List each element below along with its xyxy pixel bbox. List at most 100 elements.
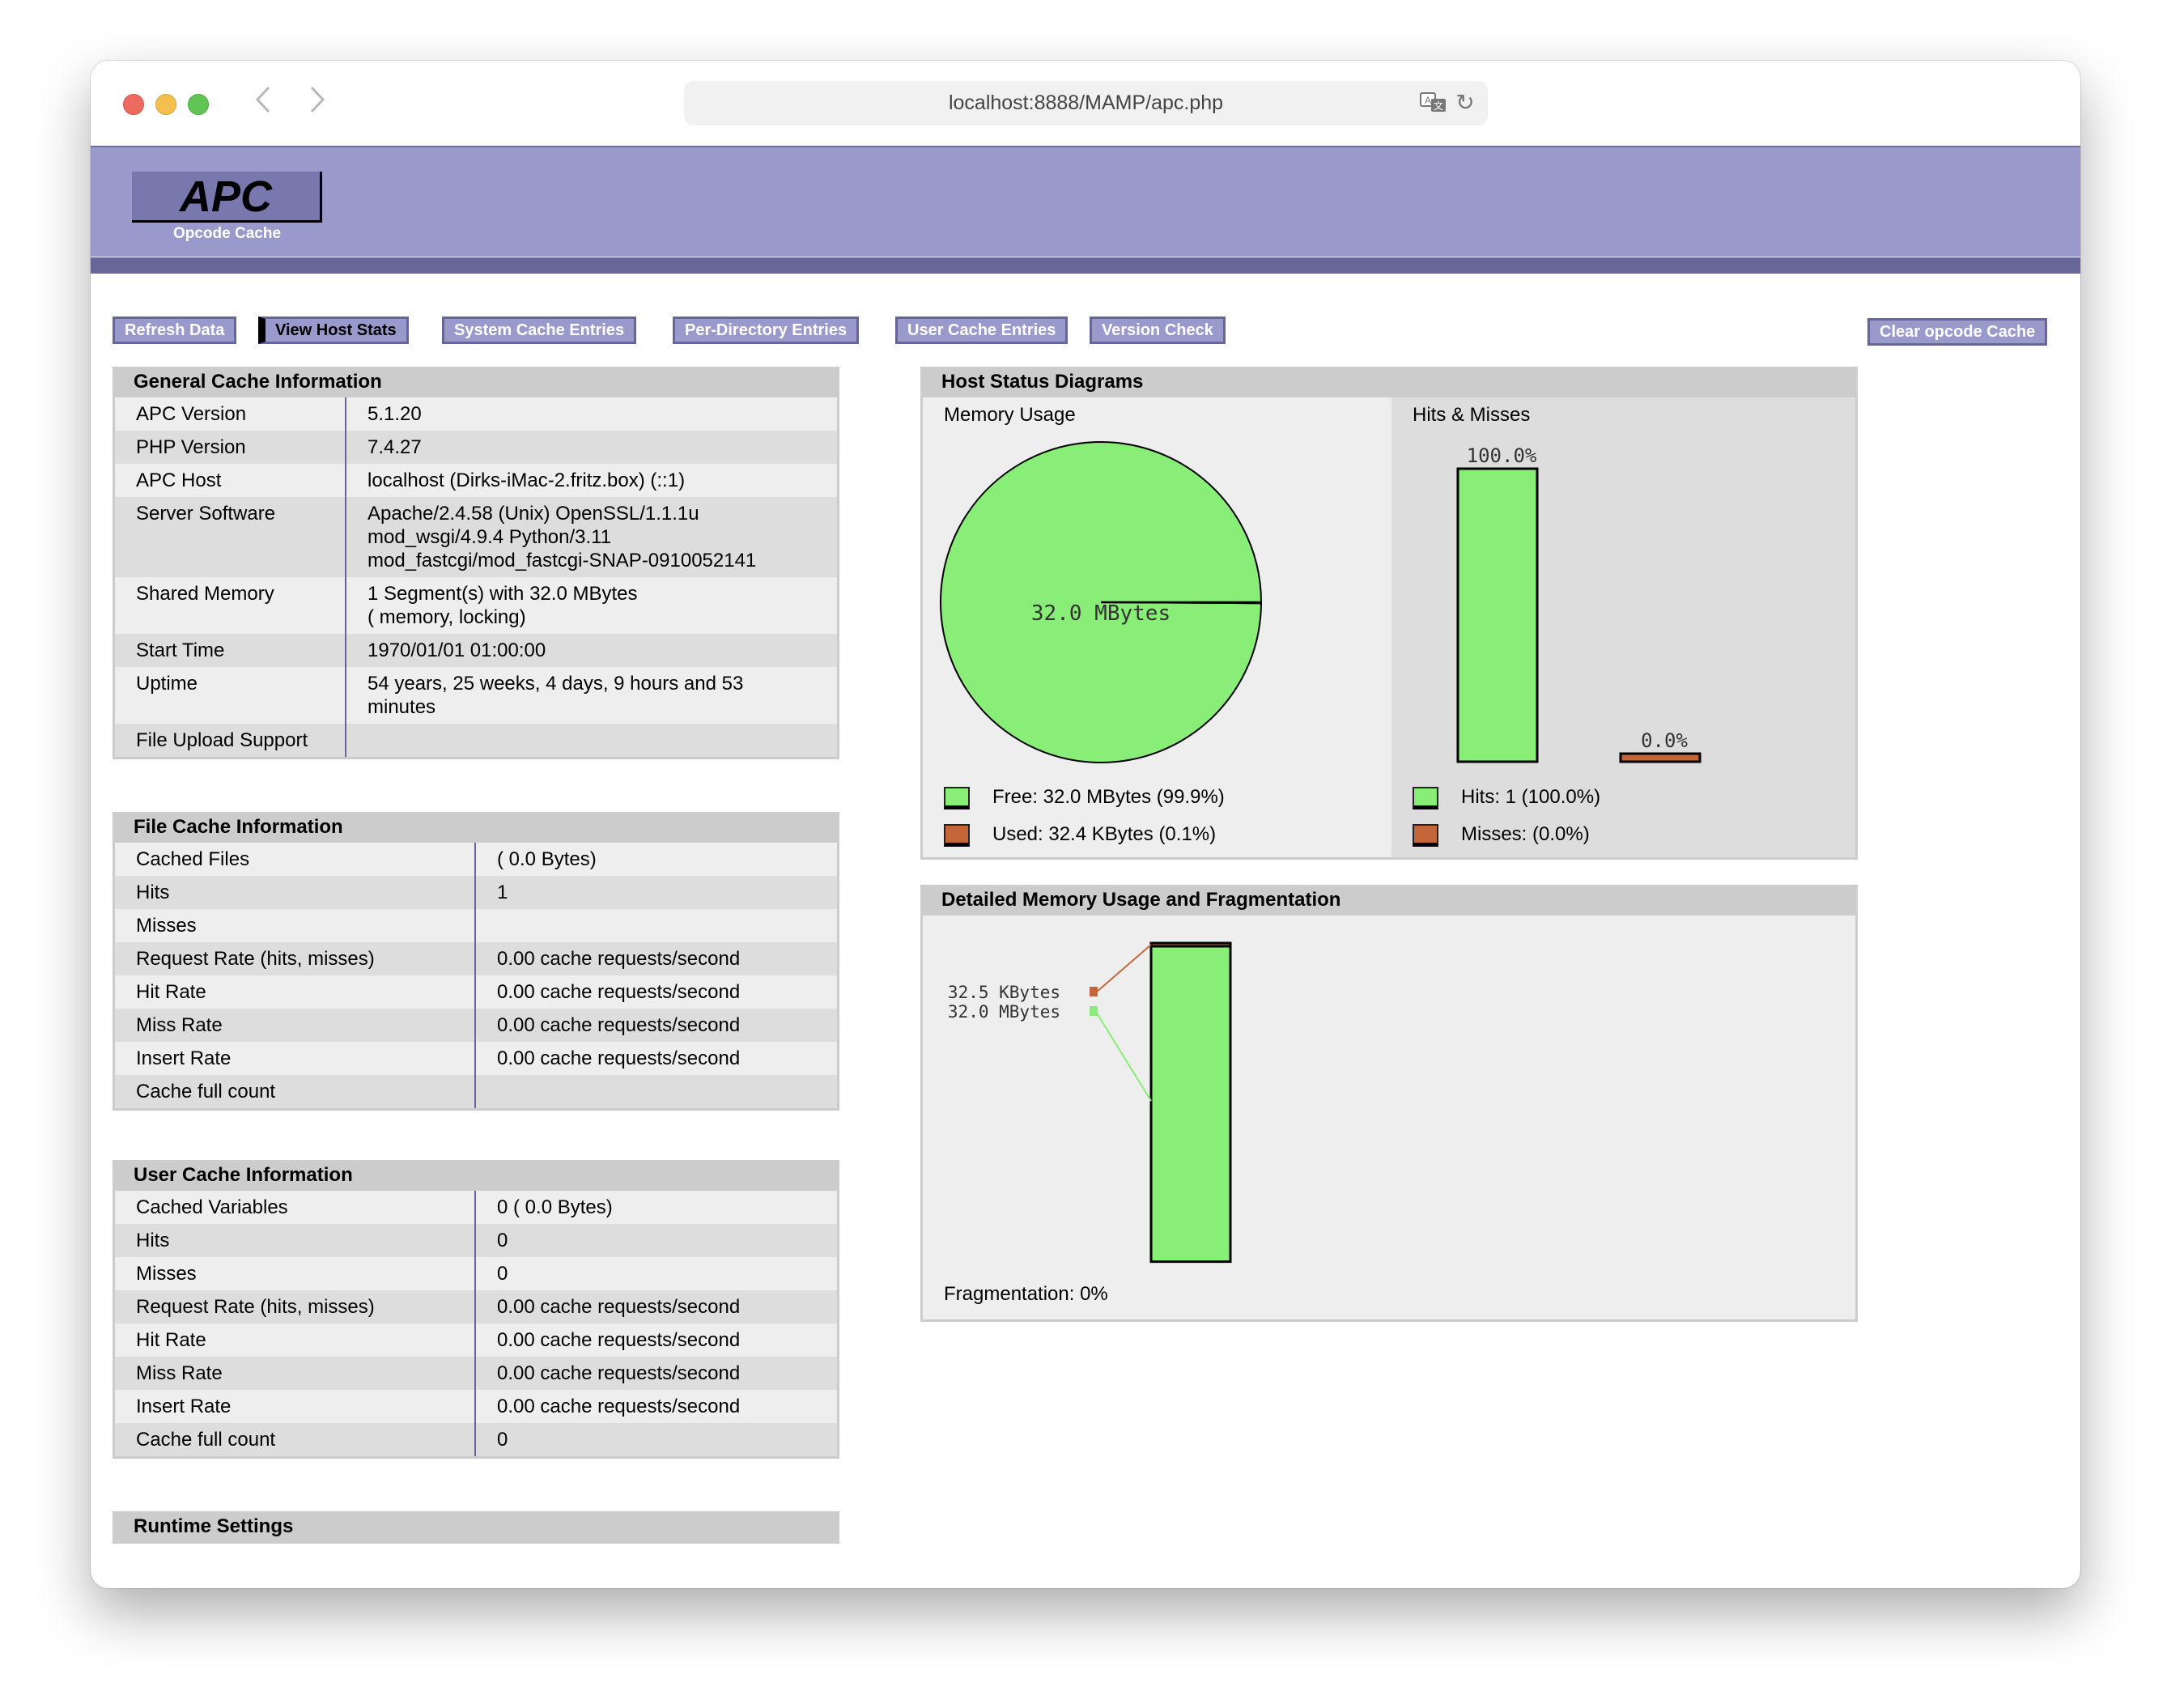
misses-swatch: [1413, 823, 1438, 847]
general-cache-table: APC Version 5.1.20 PHP Version 7.4.27 APC Ho…: [115, 397, 837, 757]
back-button[interactable]: [251, 85, 275, 121]
row-key: Cache full count: [115, 1075, 476, 1108]
row-key: PHP Version: [115, 431, 346, 464]
section-title: Runtime Settings: [134, 1515, 294, 1537]
svg-text:文: 文: [1434, 100, 1443, 112]
clear-opcode-cache-button[interactable]: Clear opcode Cache: [1867, 318, 2048, 346]
segment-label-free: 32.0 MBytes: [948, 1002, 1060, 1022]
hits-swatch: [1413, 786, 1438, 809]
row-key: Start Time: [115, 634, 346, 667]
pie-slice-label: 32.0 MBytes: [1031, 601, 1170, 626]
row-value: 0.00 cache requests/second: [475, 1290, 837, 1323]
row-key: Cache full count: [115, 1423, 476, 1456]
table-row: File Upload Support: [115, 724, 837, 757]
row-key: Cached Files: [115, 843, 476, 876]
row-value: 1: [475, 876, 837, 909]
table-row: Shared Memory 1 Segment(s) with 32.0 MByt…: [115, 577, 837, 634]
hits-misses-bar-chart: 100.0% 0.0%: [1456, 444, 1702, 763]
table-row: PHP Version 7.4.27: [115, 431, 837, 464]
table-row: Server Software Apache/2.4.58 (Unix) Open…: [115, 497, 837, 577]
row-key: Miss Rate: [115, 1357, 476, 1390]
reload-icon[interactable]: ↻: [1454, 91, 1476, 115]
row-value: localhost (Dirks-iMac-2.fritz.box) (::1): [346, 464, 837, 497]
legend-hits-label: Hits: 1 (100.0%): [1461, 786, 1601, 808]
row-value: [475, 1075, 837, 1108]
row-value: 5.1.20: [346, 397, 837, 431]
version-check-button[interactable]: Version Check: [1090, 317, 1226, 344]
table-row: Cache full count: [115, 1075, 837, 1108]
translate-icon[interactable]: A 文: [1420, 92, 1447, 115]
apc-header: APC Opcode Cache: [91, 146, 2080, 257]
row-value: 7.4.27: [346, 431, 837, 464]
table-row: Hit Rate 0.00 cache requests/second: [115, 1323, 837, 1357]
browser-window: localhost:8888/MAMP/apc.php A 文 ↻ APC Op…: [91, 61, 2080, 1588]
section-title: File Cache Information: [134, 816, 343, 838]
hits-misses-title: Hits & Misses: [1413, 404, 1531, 426]
refresh-data-button[interactable]: Refresh Data: [113, 317, 237, 344]
row-value: 54 years, 25 weeks, 4 days, 9 hours and …: [346, 667, 837, 724]
legend-used-label: Used: 32.4 KBytes (0.1%): [992, 823, 1217, 845]
section-title: User Cache Information: [134, 1164, 353, 1186]
zoom-window-button[interactable]: [188, 94, 209, 115]
row-key: Insert Rate: [115, 1390, 476, 1423]
row-value: Apache/2.4.58 (Unix) OpenSSL/1.1.1u mod_…: [346, 497, 837, 577]
row-value: 0: [475, 1423, 837, 1456]
row-value: 0 ( 0.0 Bytes): [475, 1191, 837, 1224]
row-value: 0.00 cache requests/second: [475, 975, 837, 1009]
fragmentation-section: Detailed Memory Usage and Fragmentation …: [920, 885, 1858, 1322]
row-value: 1 Segment(s) with 32.0 MBytes ( memory, …: [346, 577, 837, 634]
system-cache-entries-button[interactable]: System Cache Entries: [442, 317, 637, 344]
hits-misses-panel: Hits & Misses 100.0% 0.0% Hits: 1 (100.0%…: [1391, 397, 1855, 857]
memory-pie-chart: 32.0 MBytes: [940, 441, 1263, 763]
segment-connector-free: [1095, 1011, 1152, 1102]
runtime-settings-section[interactable]: Runtime Settings: [113, 1511, 839, 1544]
row-value: [346, 724, 837, 757]
row-value: [475, 909, 837, 942]
user-cache-table: Cached Variables 0 ( 0.0 Bytes) Hits 0 Misse…: [115, 1191, 837, 1456]
row-key: Miss Rate: [115, 1009, 476, 1042]
row-key: Misses: [115, 1257, 476, 1290]
general-cache-section: General Cache Information APC Version 5.1…: [113, 367, 839, 759]
table-row: Hit Rate 0.00 cache requests/second: [115, 975, 837, 1009]
logo-subtitle: Opcode Cache: [172, 225, 282, 242]
minimize-window-button[interactable]: [155, 94, 176, 115]
user-cache-section: User Cache Information Cached Variables 0…: [113, 1160, 839, 1459]
row-key: Hit Rate: [115, 1323, 476, 1357]
row-value: 1970/01/01 01:00:00: [346, 634, 837, 667]
user-cache-entries-button[interactable]: User Cache Entries: [895, 317, 1069, 344]
legend-free: Free: 32.0 MBytes (99.9%): [944, 786, 1225, 809]
table-row: Insert Rate 0.00 cache requests/second: [115, 1042, 837, 1075]
table-row: Hits 1: [115, 876, 837, 909]
logo-text: APC: [179, 172, 272, 221]
row-key: Hit Rate: [115, 975, 476, 1009]
row-key: Hits: [115, 876, 476, 909]
table-row: Uptime 54 years, 25 weeks, 4 days, 9 hour…: [115, 667, 837, 724]
table-row: Miss Rate 0.00 cache requests/second: [115, 1357, 837, 1390]
svg-text:A: A: [1425, 95, 1431, 106]
table-row: Cache full count 0: [115, 1423, 837, 1456]
per-directory-entries-button[interactable]: Per-Directory Entries: [673, 317, 860, 344]
view-host-stats-button[interactable]: View Host Stats: [258, 317, 409, 344]
row-value: ( 0.0 Bytes): [475, 843, 837, 876]
fragmentation-label: Fragmentation: 0%: [944, 1283, 1108, 1305]
table-row: APC Version 5.1.20: [115, 397, 837, 431]
row-key: Request Rate (hits, misses): [115, 942, 476, 975]
segment-marker-free: [1090, 1006, 1098, 1016]
row-value: 0.00 cache requests/second: [475, 1323, 837, 1357]
close-window-button[interactable]: [123, 94, 144, 115]
row-key: APC Version: [115, 397, 346, 431]
url-text[interactable]: localhost:8888/MAMP/apc.php: [684, 81, 1488, 125]
address-bar[interactable]: localhost:8888/MAMP/apc.php A 文 ↻: [684, 81, 1488, 125]
row-key: Shared Memory: [115, 577, 346, 634]
table-row: Misses: [115, 909, 837, 942]
table-row: Start Time 1970/01/01 01:00:00: [115, 634, 837, 667]
row-value: 0.00 cache requests/second: [475, 1009, 837, 1042]
legend-misses: Misses: (0.0%): [1413, 823, 1590, 847]
section-title: General Cache Information: [134, 371, 382, 393]
row-value: 0.00 cache requests/second: [475, 942, 837, 975]
browser-toolbar: localhost:8888/MAMP/apc.php A 文 ↻: [91, 61, 2080, 146]
legend-misses-label: Misses: (0.0%): [1461, 823, 1590, 845]
table-row: Misses 0: [115, 1257, 837, 1290]
row-key: Misses: [115, 909, 476, 942]
forward-button[interactable]: [305, 85, 329, 121]
